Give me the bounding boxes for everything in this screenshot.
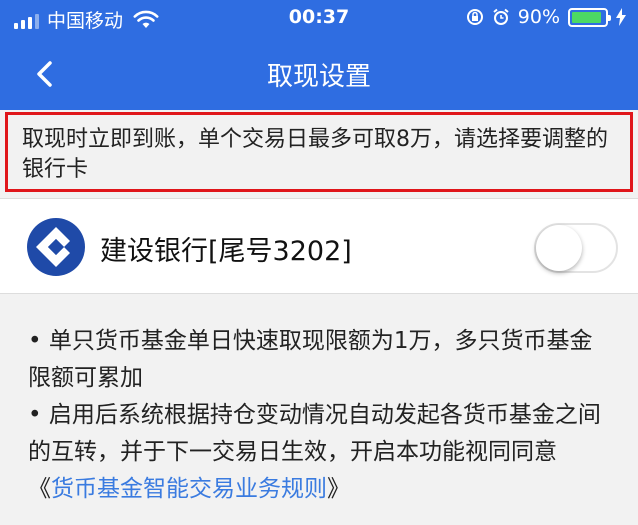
status-right: 90% [466,6,626,28]
alarm-icon [493,8,509,25]
bank-card-row[interactable]: 建设银行[尾号3202] [0,198,638,294]
battery-percent: 90% [517,6,560,28]
bank-name: 建设银行[尾号3202] [100,236,352,267]
withdraw-notice: 取现时立即到账，单个交易日最多可取8万，请选择要调整的银行卡 [5,112,633,192]
nav-bar: 取现设置 [0,38,638,110]
status-bar: 中国移动 00:37 90% [0,0,638,38]
rule-item-2-suffix: 》 [327,476,350,502]
ccb-bank-logo-icon [27,218,85,276]
rule-item-1: • 单只货币基金单日快速取现限额为1万，多只货币基金限额可累加 [28,328,593,391]
page-title: 取现设置 [266,62,371,92]
quick-withdraw-toggle[interactable] [534,223,618,273]
rotation-lock-icon [466,9,483,25]
charging-icon [616,8,626,26]
rule-item-2: • 启用后系统根据持仓变动情况自动发起各货币基金之间的互转，并于下一交易日生效，… [28,397,602,508]
battery-icon [568,7,611,27]
toggle-knob [536,225,582,271]
rules-text: • 单只货币基金单日快速取现限额为1万，多只货币基金限额可累加 • 启用后系统根… [0,295,638,525]
rules-link[interactable]: 货币基金智能交易业务规则 [51,476,327,502]
